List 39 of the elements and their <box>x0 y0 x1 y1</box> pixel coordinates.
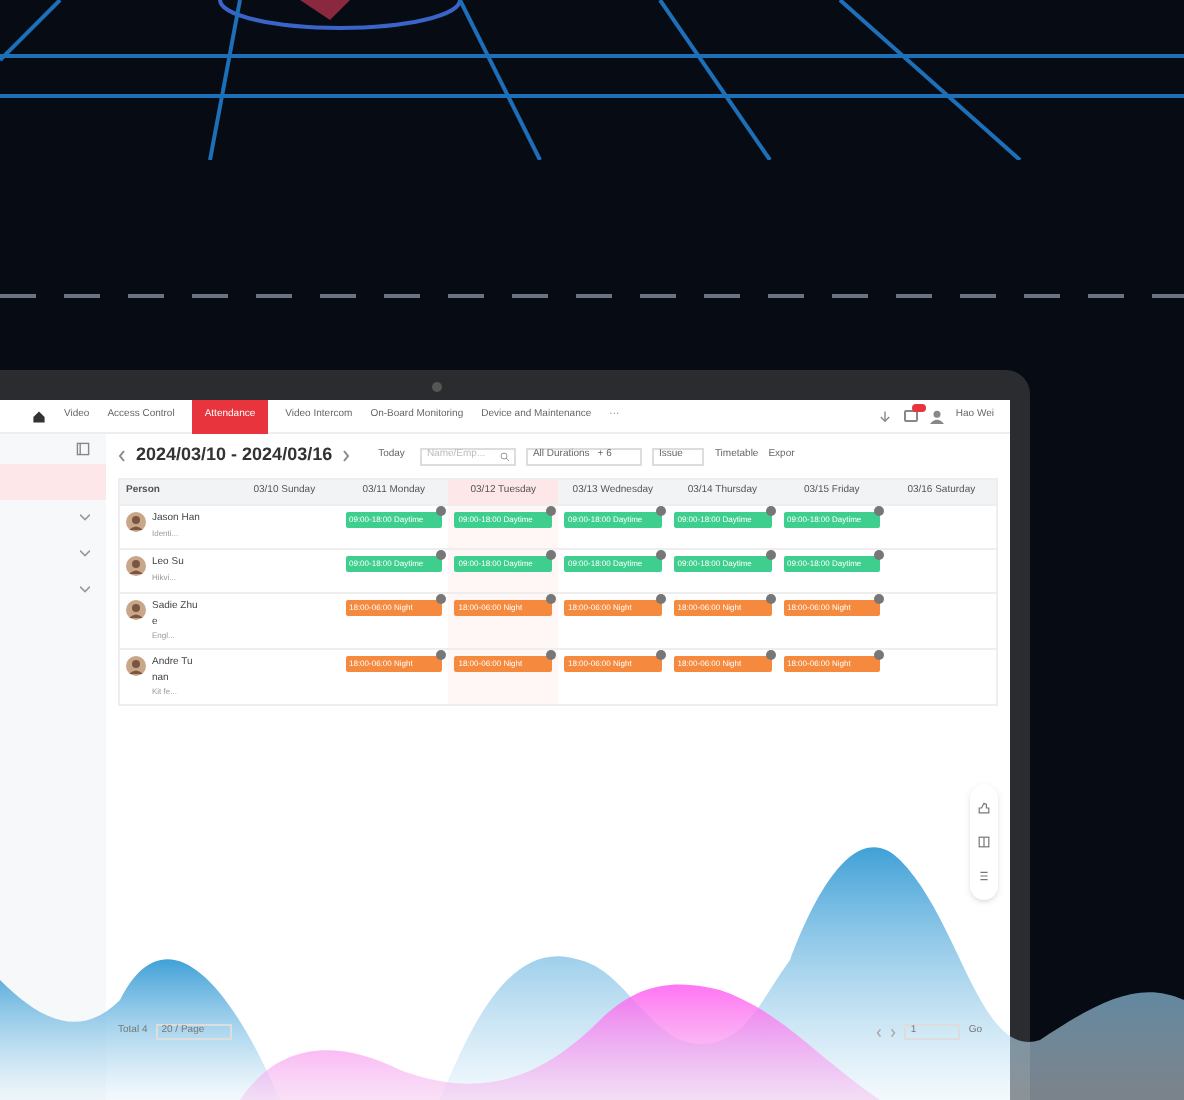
avatar-icon <box>126 656 146 676</box>
info-icon <box>874 594 885 604</box>
thumb-icon[interactable] <box>978 801 990 814</box>
info-icon <box>765 650 775 660</box>
home-icon[interactable] <box>32 409 46 423</box>
book-icon[interactable] <box>978 835 990 848</box>
avatar-icon <box>126 512 146 532</box>
chevron-icon <box>80 586 90 594</box>
info-icon <box>436 594 447 604</box>
avatar-icon <box>126 556 146 576</box>
next-page-icon[interactable] <box>890 1027 897 1037</box>
info-icon <box>436 650 447 660</box>
info-icon <box>765 506 775 516</box>
info-icon <box>655 594 666 604</box>
info-icon <box>436 506 447 516</box>
info-icon <box>655 506 666 516</box>
info-icon <box>765 550 775 560</box>
info-icon <box>546 506 556 516</box>
search-icon <box>500 451 511 461</box>
info-icon <box>546 594 556 604</box>
info-icon <box>874 506 885 516</box>
info-icon <box>655 550 666 560</box>
chevron-icon <box>80 514 90 522</box>
info-icon <box>874 650 885 660</box>
info-icon <box>765 594 775 604</box>
info-icon <box>546 650 556 660</box>
info-icon <box>546 550 556 560</box>
download-icon[interactable] <box>877 409 892 423</box>
prev-page-icon[interactable] <box>876 1027 883 1037</box>
chevron-icon <box>80 550 90 558</box>
list-icon[interactable] <box>978 870 990 883</box>
camera-icon <box>432 382 442 392</box>
collapse-icon[interactable] <box>76 442 90 456</box>
info-icon <box>874 550 885 560</box>
info-icon <box>436 550 447 560</box>
info-icon <box>655 650 666 660</box>
avatar-icon <box>126 600 146 620</box>
user-icon[interactable] <box>929 409 944 423</box>
date-range: 2024/03/10 - 2024/03/16 <box>136 442 333 469</box>
